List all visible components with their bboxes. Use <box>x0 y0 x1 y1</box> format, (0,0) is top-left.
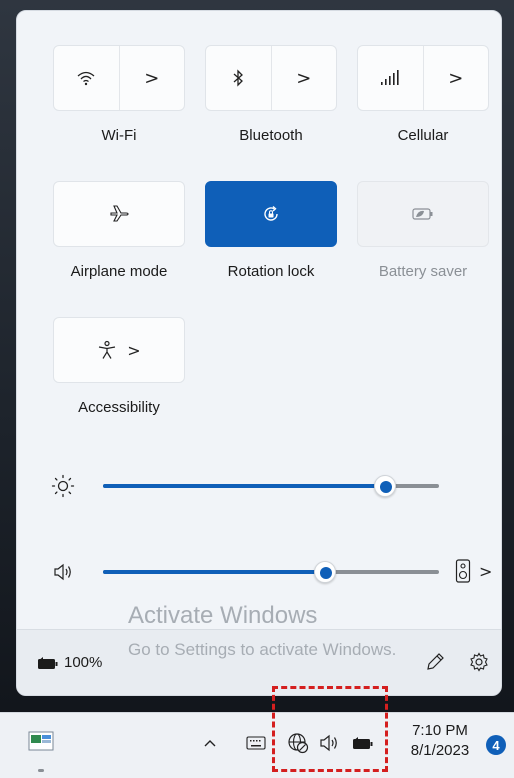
bluetooth-toggle-button[interactable] <box>206 46 272 110</box>
chevron-right-icon: > <box>127 340 141 360</box>
accessibility-icon <box>99 340 116 359</box>
brightness-track-fill <box>103 484 386 488</box>
show-hidden-icons-button[interactable] <box>198 731 222 755</box>
airplane-icon <box>110 205 129 222</box>
airplane-mode-label: Airplane mode <box>70 263 168 280</box>
cellular-toggle-button[interactable] <box>358 46 424 110</box>
cellular-label: Cellular <box>397 127 449 144</box>
battery-saver-button[interactable] <box>357 181 489 247</box>
activate-windows-watermark-title: Activate Windows <box>128 602 318 629</box>
volume-slider-thumb[interactable] <box>313 561 336 583</box>
rotation-lock-button[interactable] <box>205 181 337 247</box>
volume-icon[interactable] <box>53 562 75 582</box>
cellular-expand-button[interactable]: > <box>424 46 489 110</box>
volume-track-fill <box>103 570 325 574</box>
cellular-signal-icon <box>381 70 399 85</box>
accessibility-label: Accessibility <box>78 399 160 416</box>
speaker-device-icon <box>455 559 471 583</box>
brightness-slider-row <box>17 471 501 501</box>
pencil-icon[interactable] <box>425 652 445 672</box>
battery-status[interactable]: 100% <box>37 654 102 671</box>
battery-charging-icon <box>38 656 58 669</box>
wifi-toggle-button[interactable] <box>54 46 120 110</box>
wifi-tile: > <box>53 45 185 111</box>
bluetooth-icon <box>233 69 244 87</box>
bluetooth-tile: > <box>205 45 337 111</box>
running-app-indicator <box>38 769 44 772</box>
chevron-right-icon: > <box>479 561 493 581</box>
clock-date: 8/1/2023 <box>410 742 470 759</box>
bluetooth-expand-button[interactable]: > <box>272 46 337 110</box>
battery-percent: 100% <box>64 654 103 671</box>
brightness-slider-thumb[interactable] <box>374 475 397 497</box>
volume-slider-row: > <box>17 557 501 587</box>
wifi-icon <box>77 71 95 86</box>
tray-highlight-annotation <box>272 686 388 772</box>
rotation-lock-icon <box>264 205 278 221</box>
clock-button[interactable]: 7:10 PM 8/1/2023 <box>400 721 480 762</box>
taskbar: 7:10 PM 8/1/2023 4 <box>0 712 514 778</box>
accessibility-button[interactable]: > <box>53 317 185 383</box>
chevron-up-icon <box>204 740 216 747</box>
wifi-label: Wi-Fi <box>101 127 137 144</box>
keyboard-icon <box>246 736 266 750</box>
bluetooth-label: Bluetooth <box>239 127 303 144</box>
quick-settings-body: > Wi-Fi > Bluetooth > Cellular Airplane … <box>17 11 501 629</box>
app-window-icon <box>28 731 54 751</box>
gear-icon[interactable] <box>469 652 489 672</box>
chevron-right-icon: > <box>296 67 312 89</box>
quick-settings-panel: > Wi-Fi > Bluetooth > Cellular Airplane … <box>16 10 502 696</box>
chevron-right-icon: > <box>448 67 464 89</box>
chevron-right-icon: > <box>144 67 160 89</box>
clock-time: 7:10 PM <box>412 722 468 739</box>
notification-badge[interactable]: 4 <box>486 735 506 755</box>
taskbar-app-button[interactable] <box>26 727 56 757</box>
rotation-lock-label: Rotation lock <box>227 263 315 280</box>
airplane-mode-button[interactable] <box>53 181 185 247</box>
brightness-icon <box>51 474 75 498</box>
cellular-tile: > <box>357 45 489 111</box>
battery-saver-icon <box>412 208 433 220</box>
touch-keyboard-button[interactable] <box>244 731 268 755</box>
wifi-expand-button[interactable]: > <box>120 46 185 110</box>
battery-saver-label: Battery saver <box>378 263 468 280</box>
audio-output-button[interactable]: > <box>455 559 492 583</box>
activate-windows-watermark-subtitle: Go to Settings to activate Windows. <box>128 640 397 659</box>
